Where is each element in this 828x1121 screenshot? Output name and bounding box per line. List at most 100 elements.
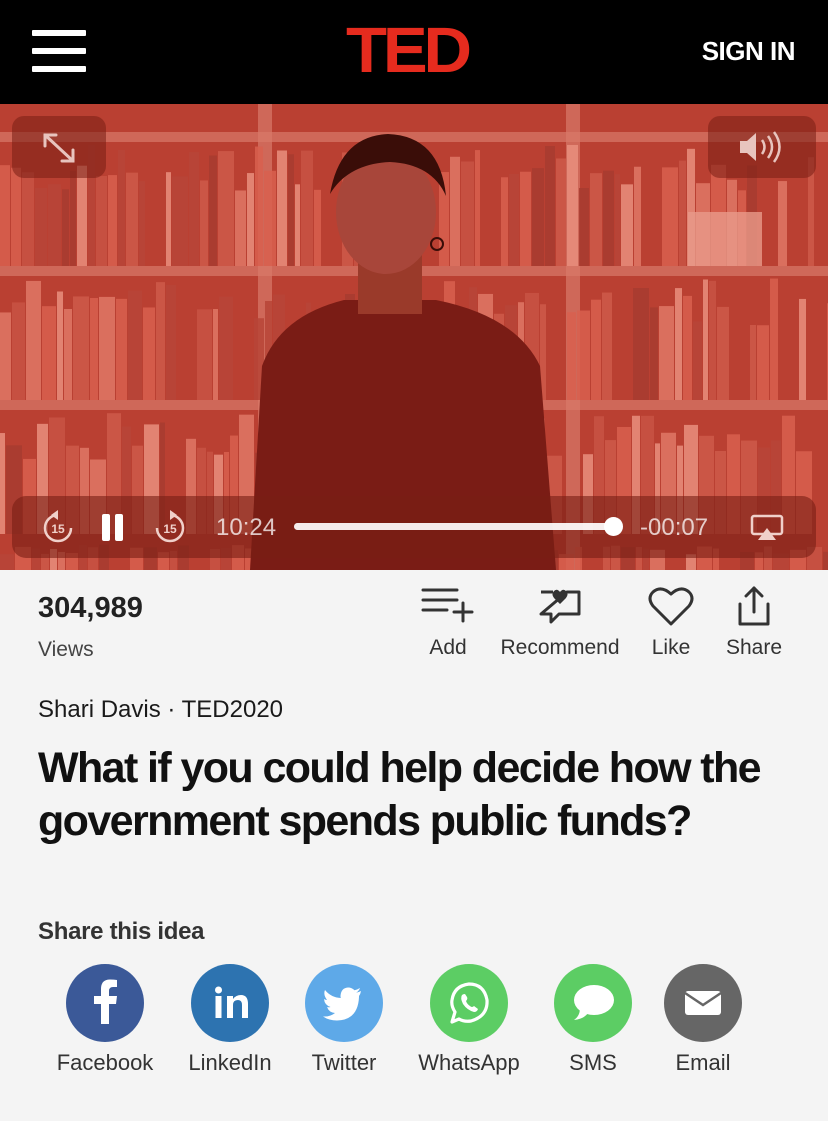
facebook-icon [66,964,144,1042]
fullscreen-button[interactable] [12,116,106,178]
book-spine [172,176,188,266]
book-spine [42,306,56,400]
top-bar: TED SIGN IN [0,0,828,104]
book-spine [189,152,199,266]
book-spine [659,306,674,400]
remaining-time: -00:07 [640,514,709,541]
book-spine [501,177,508,266]
share-twitter[interactable]: Twitter [296,964,392,1076]
recommend-icon [539,589,581,624]
speaker-icon [740,131,781,163]
progress-fill [294,523,614,530]
book-spine [108,175,117,266]
facebook-label: Facebook [56,1050,154,1075]
player-controls: 15 15 10:24 -00:07 [12,496,816,558]
book-spine [545,146,555,266]
airplay-button[interactable] [750,514,784,542]
heart-icon [648,587,694,626]
book-spine [255,146,263,266]
book-spine [675,288,682,400]
whatsapp-label: WhatsApp [418,1050,520,1075]
book-spine [621,184,633,266]
share-email[interactable]: Email [664,964,742,1076]
book-spine [126,172,138,266]
progress-handle[interactable] [604,517,624,536]
share-button[interactable]: Share [722,584,786,660]
book-spine [0,312,11,400]
book-spine [166,284,176,400]
book-spine [22,172,34,266]
pause-button[interactable] [101,514,125,541]
ted-logo[interactable]: TED [346,18,493,82]
talk-title: What if you could help decide how the go… [38,744,762,845]
book-spine [590,173,602,266]
book-spine [532,168,544,266]
book-spine [73,296,89,400]
linkedin-label: LinkedIn [188,1050,272,1075]
book-spine [314,189,321,266]
book-spine [295,184,300,266]
views-label: Views [38,638,94,661]
book-spine [301,150,313,266]
book-spine [118,149,125,266]
twitter-label: Twitter [311,1050,377,1075]
book-spine [0,433,5,534]
book-spine [579,188,589,266]
book-spine [603,170,614,266]
book-spine [90,298,98,400]
email-icon [664,964,742,1042]
elapsed-time: 10:24 [216,514,277,541]
skip-forward-button[interactable]: 15 [154,510,186,544]
book-spine [520,171,531,266]
book-spine [143,307,155,400]
book-spine [218,151,234,266]
share-sms[interactable]: SMS [554,964,632,1076]
share-heading: Share this idea [38,918,205,945]
book-spine [823,551,828,570]
book-spine [197,309,212,400]
book-spine [461,161,474,266]
sms-label: SMS [569,1050,617,1075]
email-label: Email [675,1050,731,1075]
video-player[interactable]: 15 15 10:24 -00:07 [0,104,828,570]
add-button[interactable]: Add [416,584,480,660]
airplay-icon [750,514,784,540]
forward-15-icon: 15 [155,510,185,543]
book-spine [70,170,76,266]
book-spine [235,190,246,266]
book-spine [509,173,519,266]
talk-byline: Shari Davis · TED2020 [38,696,283,724]
recommend-button[interactable]: Recommend [498,584,622,660]
book-spine [567,312,576,400]
menu-icon[interactable] [32,30,88,74]
expand-icon [43,133,75,163]
volume-button[interactable] [708,116,816,178]
book-spine [96,176,107,266]
share-linkedin[interactable]: LinkedIn [180,964,280,1076]
rewind-15-icon: 15 [43,510,73,543]
book-spine [77,165,87,266]
share-facebook[interactable]: Facebook [52,964,158,1076]
book-spine [48,184,61,266]
book-spine [750,324,756,400]
share-label: Share [725,636,783,659]
book-spine [247,173,254,266]
sign-in-link[interactable]: SIGN IN [702,36,796,67]
book-spine [11,167,21,266]
progress-bar[interactable] [294,517,624,536]
pause-icon [102,514,123,541]
share-whatsapp[interactable]: WhatsApp [410,964,528,1076]
skip-back-button[interactable]: 15 [42,510,74,544]
add-to-list-icon [421,588,474,623]
book-spine [633,287,649,400]
event-name[interactable]: TED2020 [182,696,283,723]
book-spine [0,165,10,266]
book-spine [26,280,41,400]
book-spine [556,158,566,266]
book-spine [99,296,115,400]
like-button[interactable]: Like [646,584,696,660]
add-label: Add [429,636,467,659]
speaker-name[interactable]: Shari Davis [38,696,161,723]
book-spine [679,160,686,266]
book-spine [634,166,641,266]
